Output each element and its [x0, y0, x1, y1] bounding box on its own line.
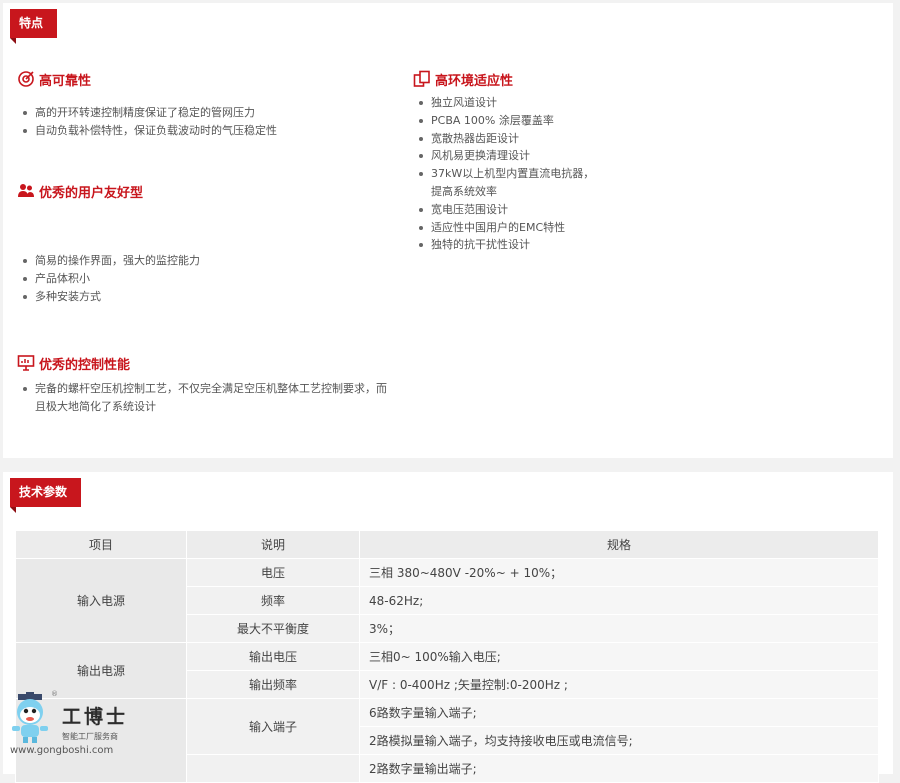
- group-input-power: 输入电源: [15, 558, 187, 643]
- row-value: 2路模拟量输入端子，均支持接收电压或电流信号;: [359, 726, 879, 755]
- logo-url: www.gongboshi.com: [10, 745, 114, 756]
- list-item: 完备的螺杆空压机控制工艺，不仅完全满足空压机整体工艺控制要求，而且极大地简化了系…: [17, 380, 397, 416]
- header-spec: 规格: [359, 530, 879, 559]
- adaptability-section: 高环境适应性 独立风道设计 PCBA 100% 涂层覆盖率 宽散热器齿距设计 风…: [413, 68, 713, 254]
- specs-tag: 技术参数: [10, 478, 82, 513]
- reliability-section: 高可靠性 高的开环转速控制精度保证了稳定的管网压力 自动负载补偿特性，保证负载波…: [17, 68, 407, 140]
- row-name: 频率: [186, 586, 360, 615]
- reliability-list: 高的开环转速控制精度保证了稳定的管网压力 自动负载补偿特性，保证负载波动时的气压…: [17, 104, 407, 140]
- row-value: 6路数字量输入端子;: [359, 698, 879, 727]
- row-name-blank: [186, 754, 360, 783]
- list-item: PCBA 100% 涂层覆盖率: [413, 112, 713, 130]
- row-value: 三相 380~480V -20%~ + 10%；: [359, 558, 879, 587]
- list-item-continuation: 提高系统效率: [431, 184, 497, 198]
- monitor-icon: [17, 354, 35, 372]
- watermark-logo: ® 工博士 智能工厂服务商 www.gongboshi.com: [6, 690, 156, 772]
- list-item: 多种安装方式: [17, 288, 407, 306]
- list-item: 独立风道设计: [413, 94, 713, 112]
- row-name: 输出频率: [186, 670, 360, 699]
- control-list: 完备的螺杆空压机控制工艺，不仅完全满足空压机整体工艺控制要求，而且极大地简化了系…: [17, 380, 397, 416]
- list-item: 高的开环转速控制精度保证了稳定的管网压力: [17, 104, 407, 122]
- row-value: 3%；: [359, 614, 879, 643]
- features-tag: 特点: [10, 9, 58, 44]
- row-value: 2路数字量输出端子;: [359, 754, 879, 783]
- control-section: 优秀的控制性能 完备的螺杆空压机控制工艺，不仅完全满足空压机整体工艺控制要求，而…: [17, 352, 397, 416]
- row-name: 电压: [186, 558, 360, 587]
- table-row: 输入电源 电压 三相 380~480V -20%~ + 10%；: [15, 558, 879, 643]
- row-name: 最大不平衡度: [186, 614, 360, 643]
- usability-list: 简易的操作界面，强大的监控能力 产品体积小 多种安装方式: [17, 252, 407, 305]
- row-name: 输入端子: [186, 698, 360, 755]
- logo-subtitle: 智能工厂服务商: [62, 732, 118, 741]
- features-panel: 特点 高可靠性 高的开环转速控制精度保证了稳定的管网压力 自动负载补偿特性，保证…: [3, 3, 893, 458]
- list-item: 宽电压范围设计: [413, 201, 713, 219]
- list-item: 产品体积小: [17, 270, 407, 288]
- list-item: 宽散热器齿距设计: [413, 130, 713, 148]
- row-value: V/F : 0-400Hz ;矢量控制:0-200Hz ;: [359, 670, 879, 699]
- adaptability-title: 高环境适应性: [435, 73, 514, 89]
- list-item: 37kW以上机型内置直流电抗器，: [413, 165, 713, 183]
- users-icon: [17, 182, 35, 200]
- robot-mascot-icon: [12, 692, 48, 743]
- usability-section: 优秀的用户友好型 简易的操作界面，强大的监控能力 产品体积小 多种安装方式: [17, 180, 407, 305]
- list-item: 自动负载补偿特性，保证负载波动时的气压稳定性: [17, 122, 407, 140]
- row-value: 48-62Hz;: [359, 586, 879, 615]
- row-name: 输出电压: [186, 642, 360, 671]
- table-row: 输出电源 输出电压 三相0~ 100%输入电压;: [15, 642, 879, 699]
- group-output-power: 输出电源: [15, 642, 187, 699]
- copy-icon: [413, 70, 431, 88]
- registered-mark: ®: [51, 690, 58, 698]
- usability-title: 优秀的用户友好型: [39, 185, 144, 201]
- header-item: 项目: [15, 530, 187, 559]
- list-item: 风机易更换清理设计: [413, 147, 713, 165]
- control-title: 优秀的控制性能: [39, 357, 131, 373]
- header-description: 说明: [186, 530, 360, 559]
- target-icon: [17, 70, 35, 88]
- adaptability-list: 独立风道设计 PCBA 100% 涂层覆盖率 宽散热器齿距设计 风机易更换清理设…: [413, 94, 713, 254]
- row-value: 三相0~ 100%输入电压;: [359, 642, 879, 671]
- reliability-title: 高可靠性: [39, 73, 92, 89]
- list-item: 适应性中国用户的EMC特性: [413, 219, 713, 237]
- list-item: 简易的操作界面，强大的监控能力: [17, 252, 407, 270]
- logo-name: 工博士: [62, 706, 129, 728]
- list-item: 独特的抗干扰性设计: [413, 236, 713, 254]
